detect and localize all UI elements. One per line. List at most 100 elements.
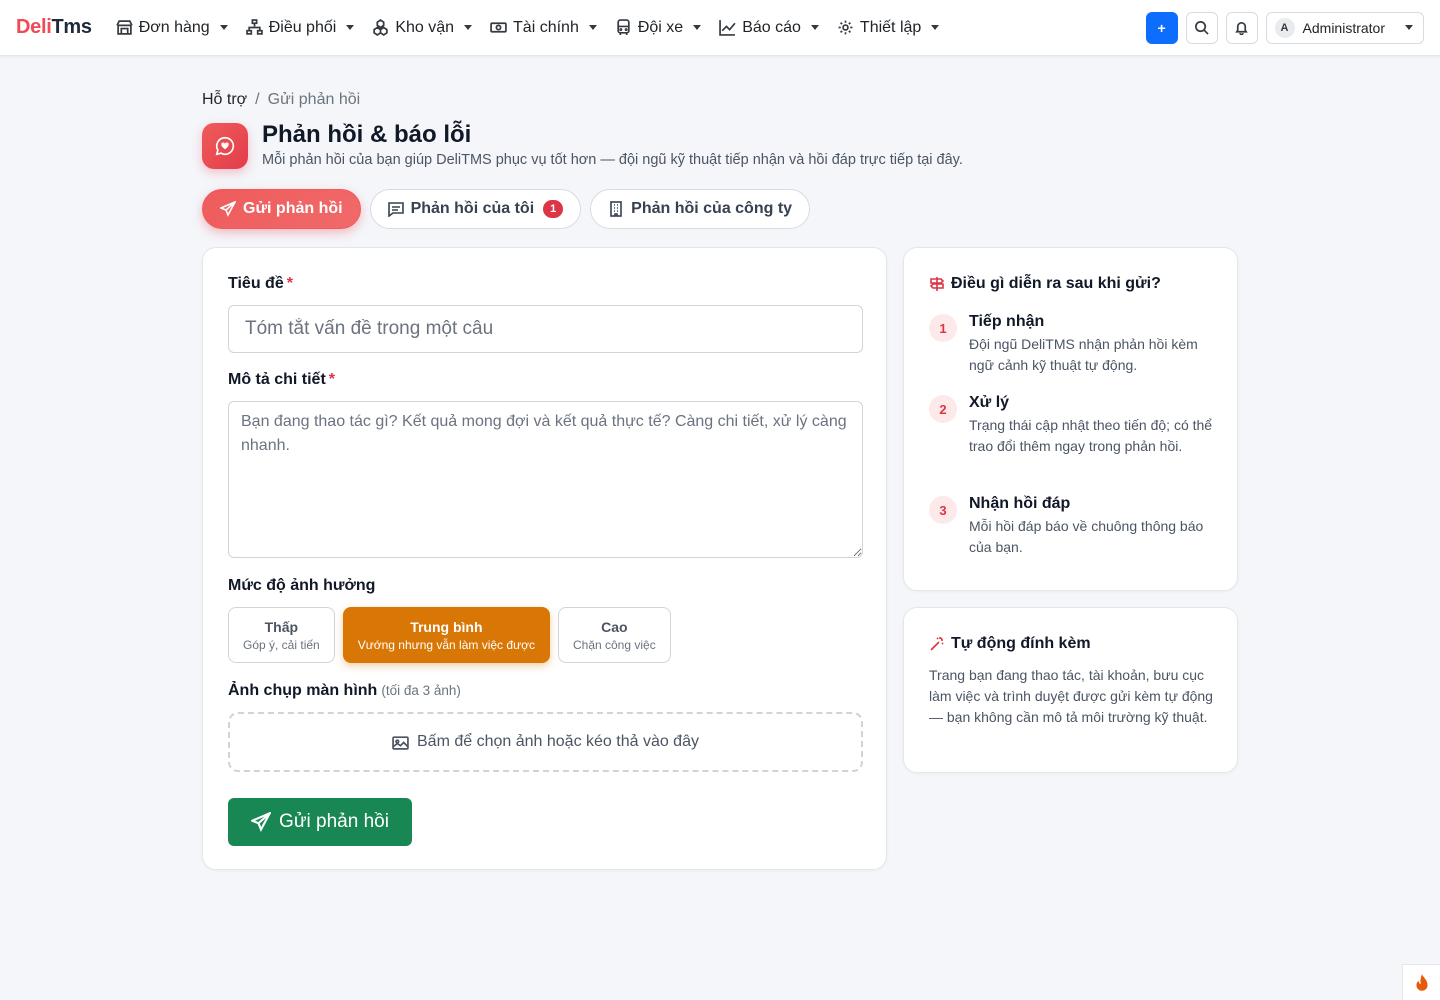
brand-part-2: Tms <box>51 16 92 38</box>
step-number: 3 <box>929 496 957 524</box>
step-desc: Trạng thái cập nhật theo tiến độ; có thể… <box>969 417 1213 454</box>
severity-high-option[interactable]: Cao Chặn công việc <box>557 607 671 663</box>
building-icon <box>610 201 622 217</box>
nav-orders-label: Đơn hàng <box>138 18 210 36</box>
chevron-down-icon <box>693 25 702 30</box>
main-menu: Đơn hàng Điều phối Kho vận Tài chính Đội… <box>114 15 942 41</box>
nav-warehouse-label: Kho vận <box>395 18 455 36</box>
tab-my-feedback[interactable]: Phản hồi của tôi 1 <box>369 189 582 229</box>
feedback-tabs: Gửi phản hồi Phản hồi của tôi 1 Phản hồi… <box>202 189 811 229</box>
add-button[interactable]: + <box>1145 11 1178 44</box>
step-title: Xử lý <box>969 394 1010 411</box>
chevron-down-icon <box>219 25 228 30</box>
nav-fleet[interactable]: Đội xe <box>613 15 703 41</box>
nav-warehouse[interactable]: Kho vận <box>370 15 474 41</box>
nav-orders[interactable]: Đơn hàng <box>114 15 230 41</box>
navbar-actions: + A Administrator <box>1145 11 1424 44</box>
chat-heart-icon <box>215 136 235 156</box>
process-step: 1 Tiếp nhận Đội ngũ DeliTMS nhận phản hồ… <box>929 313 1219 376</box>
auto-attach-title-text: Tự động đính kèm <box>951 635 1091 652</box>
nav-reports[interactable]: Báo cáo <box>717 15 821 41</box>
nav-finance[interactable]: Tài chính <box>488 15 599 41</box>
auto-attach-title: Tự động đính kèm <box>929 635 1091 653</box>
page-icon <box>202 123 248 169</box>
nav-fleet-label: Đội xe <box>637 18 684 36</box>
severity-low-option[interactable]: Thấp Góp ý, cải tiến <box>228 607 335 663</box>
search-button[interactable] <box>1185 11 1218 44</box>
submit-feedback-button[interactable]: Gửi phản hồi <box>228 798 412 846</box>
title-input[interactable] <box>228 305 863 353</box>
nav-settings[interactable]: Thiết lập <box>835 15 941 41</box>
step-title: Nhận hồi đáp <box>969 495 1071 512</box>
severity-medium-option[interactable]: Trung bình Vướng nhưng vẫn làm việc được <box>342 607 550 663</box>
avatar: A <box>1274 17 1295 38</box>
user-menu[interactable]: A Administrator <box>1265 11 1424 44</box>
breadcrumb-current: Gửi phản hồi <box>267 91 361 108</box>
debug-toolbar-toggle[interactable] <box>1402 964 1440 1000</box>
search-icon <box>1195 21 1209 35</box>
tab-company-feedback[interactable]: Phản hồi của công ty <box>590 189 811 229</box>
step-body: Tiếp nhận Đội ngũ DeliTMS nhận phản hồi … <box>969 313 1219 376</box>
notifications-button[interactable] <box>1225 11 1258 44</box>
brand-part-1: Deli <box>16 16 52 38</box>
store-icon <box>116 20 133 35</box>
gear-icon <box>838 20 853 35</box>
breadcrumb-parent[interactable]: Hỗ trợ <box>202 91 247 109</box>
severity-medium-desc: Vướng nhưng vẫn làm việc được <box>357 637 535 652</box>
nav-finance-label: Tài chính <box>513 18 579 36</box>
tab-my-feedback-label: Phản hồi của tôi <box>410 200 535 217</box>
nav-dispatch-label: Điều phối <box>268 18 337 36</box>
required-mark: * <box>328 371 336 388</box>
send-icon <box>220 201 236 217</box>
title-label-text: Tiêu đề <box>228 275 284 292</box>
page-title: Phản hồi & báo lỗi <box>262 121 472 148</box>
tab-send-feedback[interactable]: Gửi phản hồi <box>202 189 361 229</box>
description-label-text: Mô tả chi tiết <box>228 371 326 388</box>
severity-high-title: Cao <box>601 618 628 635</box>
description-input[interactable] <box>228 401 863 558</box>
severity-medium-title: Trung bình <box>410 618 483 635</box>
step-body: Xử lý Trạng thái cập nhật theo tiến độ; … <box>969 394 1219 457</box>
process-step: 3 Nhận hồi đáp Mỗi hồi đáp báo về chuông… <box>929 495 1219 558</box>
breadcrumb-separator: / <box>255 91 260 108</box>
screenshot-dropzone[interactable]: Bấm để chọn ảnh hoặc kéo thả vào đây <box>228 712 863 772</box>
tab-company-feedback-label: Phản hồi của công ty <box>631 200 793 217</box>
screenshot-label: Ảnh chụp màn hình (tối đa 3 ảnh) <box>228 682 461 700</box>
brand-logo[interactable]: DeliTms <box>16 16 92 39</box>
step-number: 1 <box>929 314 957 342</box>
step-body: Nhận hồi đáp Mỗi hồi đáp báo về chuông t… <box>969 495 1219 558</box>
process-title-text: Điều gì diễn ra sau khi gửi? <box>951 275 1161 292</box>
screenshot-hint: (tối đa 3 ảnh) <box>381 683 461 698</box>
auto-attach-card: Tự động đính kèm Trang bạn đang thao tác… <box>903 607 1238 773</box>
image-icon <box>392 735 409 750</box>
step-number: 2 <box>929 395 957 423</box>
description-label: Mô tả chi tiết * <box>228 371 335 389</box>
signpost-icon <box>929 277 945 291</box>
chevron-down-icon <box>810 25 819 30</box>
top-navbar: DeliTms Đơn hàng Điều phối Kho vận Tài c… <box>0 0 1440 56</box>
chevron-down-icon <box>1405 25 1413 30</box>
severity-high-desc: Chặn công việc <box>572 637 656 652</box>
breadcrumb: Hỗ trợ / Gửi phản hồi <box>202 91 360 109</box>
screenshot-label-text: Ảnh chụp màn hình <box>228 682 378 699</box>
nav-dispatch[interactable]: Điều phối <box>244 15 357 41</box>
chevron-down-icon <box>931 25 940 30</box>
feedback-form: Tiêu đề* Mô tả chi tiết* Mức độ ảnh hưởn… <box>202 247 887 870</box>
plus-icon: + <box>1157 19 1166 36</box>
auto-attach-text: Trang bạn đang thao tác, tài khoản, bưu … <box>929 667 1213 725</box>
unread-badge: 1 <box>543 200 564 218</box>
step-desc: Đội ngũ DeliTMS nhận phản hồi kèm ngữ cả… <box>969 336 1198 373</box>
dropzone-text: Bấm để chọn ảnh hoặc kéo thả vào đây <box>417 733 699 750</box>
nav-reports-label: Báo cáo <box>742 18 801 36</box>
severity-low-desc: Góp ý, cải tiến <box>243 637 320 652</box>
submit-label: Gửi phản hồi <box>279 811 389 832</box>
chevron-down-icon <box>464 25 473 30</box>
chart-icon <box>719 20 736 36</box>
flame-icon <box>1415 973 1428 991</box>
page-subtitle: Mỗi phản hồi của bạn giúp DeliTMS phục v… <box>262 152 963 168</box>
severity-label: Mức độ ảnh hưởng <box>228 577 376 594</box>
required-mark: * <box>286 275 293 292</box>
process-step: 2 Xử lý Trạng thái cập nhật theo tiến độ… <box>929 394 1219 457</box>
bus-icon <box>617 19 630 35</box>
send-icon <box>251 812 272 832</box>
